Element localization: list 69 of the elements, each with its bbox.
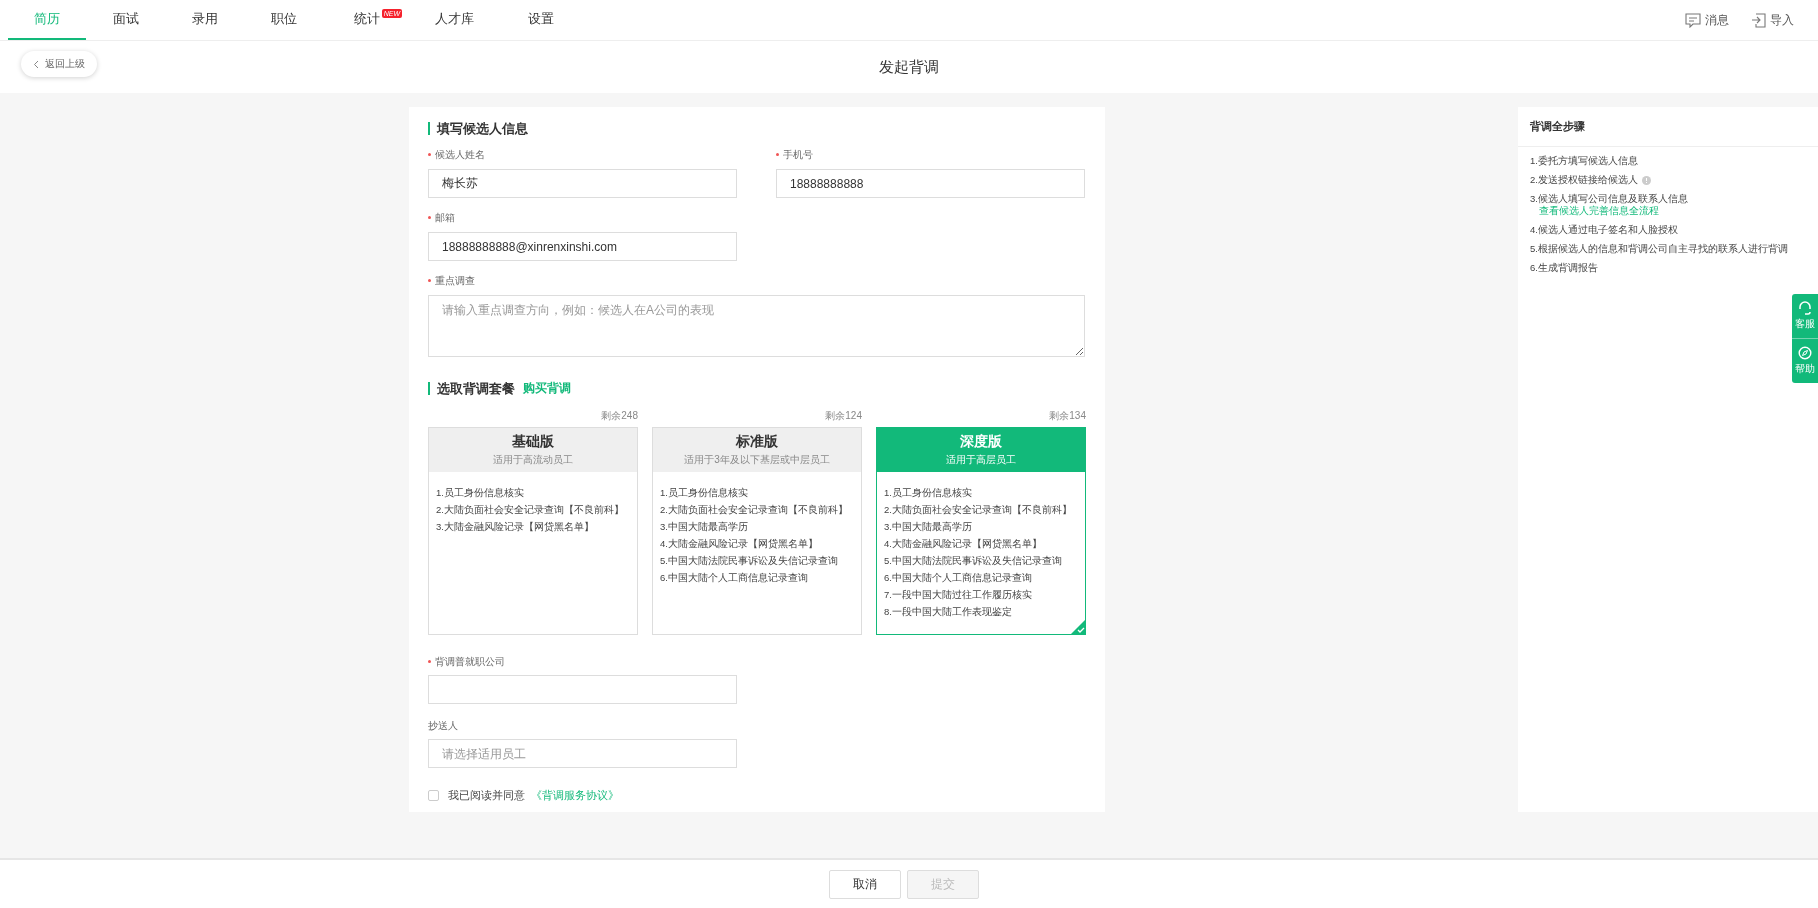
text-field[interactable]: 18888888888@xinrenxinshi.com (428, 232, 737, 261)
plan-item: 4.大陆金融风险记录【网贷黑名单】 (884, 537, 1043, 551)
field-label: 重点调查 (428, 274, 1085, 288)
plan-name: 基础版 (512, 433, 554, 451)
step-text: 2.发送授权链接给候选人 (1530, 174, 1638, 186)
text-field[interactable] (428, 675, 737, 704)
message-icon (1685, 12, 1701, 28)
agreement-text: 我已阅读并同意 (448, 788, 525, 803)
field-label: 手机号 (776, 148, 1085, 162)
plan-item: 1.员工身份信息核实 (884, 486, 973, 500)
nav-tab[interactable]: 职位 (245, 0, 323, 40)
plan-item: 8.一段中国大陆工作表现鉴定 (884, 605, 1013, 619)
section-title: 选取背调套餐 (428, 382, 515, 395)
footer-button[interactable]: 取消 (829, 869, 901, 899)
agreement-checkbox[interactable] (428, 790, 439, 801)
plan-item: 7.一段中国大陆过往工作履历核实 (884, 588, 1033, 602)
field-label: 候选人姓名 (428, 148, 737, 162)
plan-item: 2.大陆负面社会安全记录查询【不良前科】 (884, 503, 1073, 517)
plan-item: 5.中国大陆法院民事诉讼及失信记录查询 (884, 554, 1063, 568)
plan-card[interactable]: 深度版 适用于高层员工 1.员工身份信息核实 2.大陆负面社会安全记录查询【不良前科】 3.中国大陆最高学历 4.大陆金融风险记录【网贷黑名单】 5.中国大陆法院民事诉讼及失信记录查询 6.中国大陆个人工商信息记录查询 7.一段中国大陆过往工作履历核实 8.一段中国大陆工作表现鉴定 (876, 427, 1086, 635)
plan-item: 4.大陆金融风险记录【网贷黑名单】 (660, 537, 819, 551)
step-text: 5.根据候选人的信息和背调公司自主寻找的联系人进行背调 (1530, 243, 1788, 255)
compass-icon (1798, 346, 1812, 360)
nav-tab[interactable]: 录用 (166, 0, 244, 40)
plan-card[interactable]: 基础版 适用于高流动员工 1.员工身份信息核实 2.大陆负面社会安全记录查询【不良前科】 3.大陆金融风险记录【网贷黑名单】 (428, 427, 638, 635)
field-label: 邮箱 (428, 211, 737, 225)
nav-action[interactable]: 导入 (1751, 11, 1794, 29)
info-icon[interactable] (1641, 175, 1651, 185)
plan-item: 3.中国大陆最高学历 (884, 520, 973, 534)
plan-name: 深度版 (960, 433, 1002, 451)
plan-description: 适用于高层员工 (946, 453, 1016, 467)
headset-icon (1798, 301, 1812, 315)
step-text: 1.委托方填写候选人信息 (1530, 155, 1638, 167)
plan-item: 1.员工身份信息核实 (660, 486, 749, 500)
plan-item: 2.大陆负面社会安全记录查询【不良前科】 (660, 503, 849, 517)
plan-item: 6.中国大陆个人工商信息记录查询 (884, 571, 1033, 585)
remaining-count: 剩余248 (600, 409, 638, 423)
import-icon (1751, 12, 1766, 28)
text-field[interactable]: 梅长苏 (428, 169, 737, 198)
nav-tab[interactable]: 人才库 (411, 0, 497, 40)
nav-tab[interactable]: 设置 (498, 0, 584, 40)
nav-tab[interactable]: 面试 (87, 0, 165, 40)
back-button[interactable]: 返回上级 (21, 51, 97, 77)
remaining-count: 剩余134 (1048, 409, 1086, 423)
plan-name: 标准版 (736, 433, 778, 451)
plan-item: 2.大陆负面社会安全记录查询【不良前科】 (436, 503, 625, 517)
plan-description: 适用于3年及以下基层或中层员工 (684, 453, 830, 467)
nav-action[interactable]: 消息 (1685, 11, 1729, 29)
plan-item: 1.员工身份信息核实 (436, 486, 525, 500)
step-text: 6.生成背调报告 (1530, 262, 1598, 274)
text-field[interactable]: 18888888888 (776, 169, 1085, 198)
plan-item: 6.中国大陆个人工商信息记录查询 (660, 571, 809, 585)
plan-card[interactable]: 标准版 适用于3年及以下基层或中层员工 1.员工身份信息核实 2.大陆负面社会安全记录查询【不良前科】 3.中国大陆最高学历 4.大陆金融风险记录【网贷黑名单】 5.中国大陆法院民事诉讼及失信记录查询 6.中国大陆个人工商信息记录查询 (652, 427, 862, 635)
text-field[interactable]: 请选择适用员工 (428, 739, 737, 768)
page-title: 发起背调 (879, 57, 939, 77)
plan-description: 适用于高流动员工 (493, 453, 573, 467)
panel-title: 背调全步骤 (1518, 107, 1818, 147)
step-text: 3.候选人填写公司信息及联系人信息 (1530, 193, 1688, 205)
chevron-left-icon (33, 59, 39, 69)
remaining-count: 剩余124 (824, 409, 862, 423)
plan-item: 3.大陆金融风险记录【网贷黑名单】 (436, 520, 595, 534)
check-corner-icon (1070, 619, 1086, 635)
step-text: 4.候选人通过电子签名和人脸授权 (1530, 224, 1678, 236)
field-label: 抄送人 (428, 719, 459, 733)
plan-item: 3.中国大陆最高学历 (660, 520, 749, 534)
section-title: 填写候选人信息 (428, 122, 1086, 135)
text-area[interactable]: 请输入重点调查方向，例如：候选人在A公司的表现 (428, 295, 1085, 357)
plan-item: 5.中国大陆法院民事诉讼及失信记录查询 (660, 554, 839, 568)
field-label: 背调普就职公司 (428, 655, 1086, 669)
